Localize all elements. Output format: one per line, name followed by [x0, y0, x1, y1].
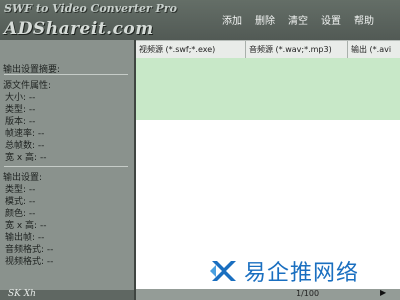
app-logo-title: SWF to Video Converter Pro	[4, 2, 177, 15]
app-logo-site: ADShareit.com	[4, 19, 154, 39]
footer-label: SK Xh	[8, 289, 36, 299]
menu-delete[interactable]: 删除	[255, 13, 275, 31]
file-list-header: 视频源 (*.swf;*.exe) 音频源 (*.wav;*.mp3) 输出 (…	[136, 40, 400, 59]
watermark-logo-icon	[210, 261, 236, 281]
section-divider	[4, 166, 128, 167]
output-summary-panel: 输出设置摘要: 源文件属性: 大小: -- 类型: -- 版本: -- 帧速率:…	[0, 40, 136, 300]
file-list-selected-area[interactable]	[136, 58, 400, 120]
summary-divider	[4, 74, 128, 75]
main-menu: 添加 删除 清空 设置 帮助	[222, 13, 387, 31]
app-window: SWF to Video Converter Pro ADShareit.com…	[0, 0, 400, 300]
column-output[interactable]: 输出 (*.avi	[348, 41, 400, 58]
source-dimensions: 宽 x 高: --	[5, 153, 47, 163]
output-video-format: 视频格式: --	[5, 257, 54, 267]
menu-add[interactable]: 添加	[222, 13, 242, 31]
menu-help[interactable]: 帮助	[354, 13, 374, 31]
watermark-text: 易企推网络	[244, 261, 360, 286]
left-panel-footer: SK Xh	[0, 289, 134, 300]
watermark: 易企推网络	[208, 251, 398, 291]
header-bar: SWF to Video Converter Pro ADShareit.com…	[0, 0, 400, 41]
menu-clear[interactable]: 清空	[288, 13, 308, 31]
menu-settings[interactable]: 设置	[321, 13, 341, 31]
column-audio-source[interactable]: 音频源 (*.wav;*.mp3)	[246, 41, 348, 58]
column-video-source[interactable]: 视频源 (*.swf;*.exe)	[136, 41, 246, 58]
